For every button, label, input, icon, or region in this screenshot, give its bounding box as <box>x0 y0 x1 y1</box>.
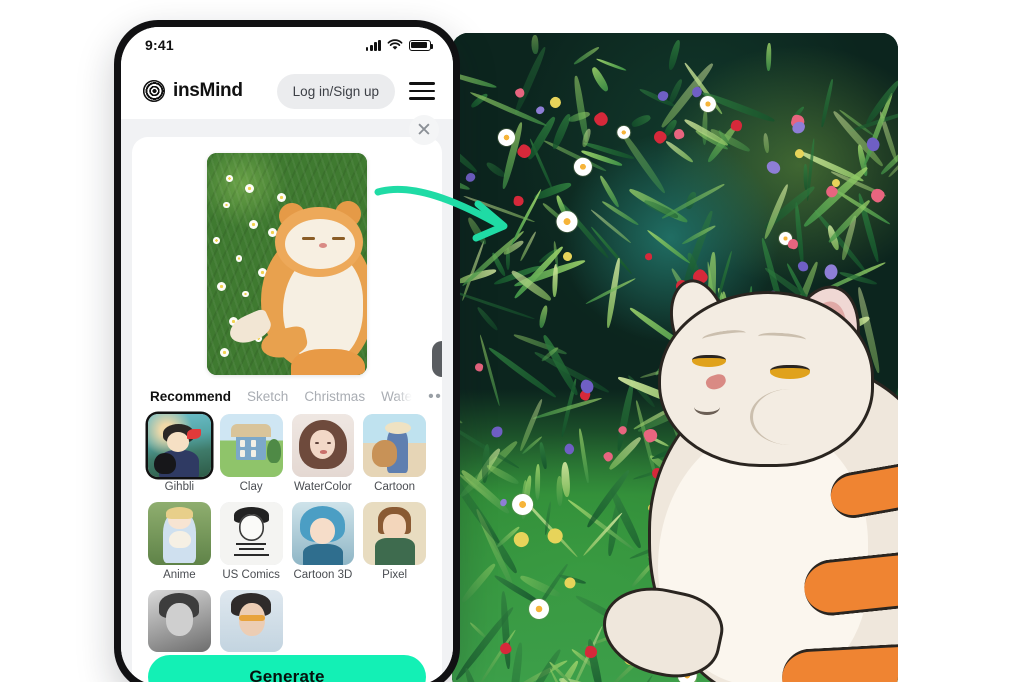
style-thumbnail <box>291 501 355 565</box>
app-bar: insMind Log in/Sign up <box>121 63 453 119</box>
style-label: Cartoon 3D <box>293 568 353 581</box>
style-label: Clay <box>239 480 263 493</box>
preview-daisy <box>226 175 233 182</box>
status-bar: 9:41 <box>121 27 453 63</box>
style-thumbnail <box>219 589 283 653</box>
style-thumbnail <box>148 589 211 653</box>
style-label: US Comics <box>222 568 280 581</box>
style-option-cartoon[interactable]: Cartoon <box>363 414 426 493</box>
style-option-cartoon-3d[interactable]: Cartoon 3D <box>291 501 355 581</box>
hamburger-menu-icon[interactable] <box>409 82 435 100</box>
compare-split-icon[interactable] <box>432 341 442 377</box>
wifi-icon <box>387 39 403 50</box>
result-illustration-canvas <box>452 33 898 682</box>
illustration-cat-eye-left <box>692 355 726 367</box>
tab-recommend[interactable]: Recommend <box>150 389 231 404</box>
preview-daisy <box>216 281 226 291</box>
result-illustration-panel <box>452 33 898 682</box>
style-thumbnail <box>148 501 211 565</box>
preview-daisy <box>223 201 230 209</box>
tab-sketch[interactable]: Sketch <box>247 389 288 404</box>
preview-cat-leg <box>291 349 365 375</box>
curved-arrow-right-icon <box>374 185 508 242</box>
signal-bars-icon <box>365 39 381 51</box>
phone-mockup: 9:41 insMind Log in/Sign up ✕ Recommend … <box>114 20 460 682</box>
style-option-us-comics[interactable]: US Comics <box>219 501 283 581</box>
style-label: WaterColor <box>294 480 352 493</box>
battery-icon <box>409 39 434 51</box>
preview-daisy <box>248 219 258 229</box>
style-thumbnail <box>291 414 355 477</box>
illustration-leaf <box>802 163 808 190</box>
style-label: Gihbli <box>164 480 195 493</box>
source-photo-preview[interactable] <box>207 153 367 375</box>
style-label: Anime <box>163 568 196 581</box>
style-thumbnail <box>219 501 283 565</box>
style-option-pixel[interactable]: Pixel <box>363 501 426 581</box>
illustration-leaf <box>766 42 772 71</box>
style-option-watercolor[interactable]: WaterColor <box>291 414 355 493</box>
style-option[interactable] <box>219 589 283 657</box>
compare-glyph <box>441 349 442 369</box>
style-option-anime[interactable]: Anime <box>148 501 211 581</box>
style-category-tabs: Recommend Sketch Christmas Wate ••• <box>150 388 442 404</box>
tab-wate[interactable]: Wate <box>381 389 412 404</box>
screenshot-root: 9:41 insMind Log in/Sign up ✕ Recommend … <box>0 0 1024 682</box>
style-option-clay[interactable]: Clay <box>219 414 283 493</box>
tabs-overflow-icon[interactable]: ••• <box>428 388 442 404</box>
style-thumbnail <box>363 501 426 565</box>
style-option[interactable] <box>148 589 211 657</box>
preview-daisy <box>235 255 243 262</box>
illustration-cat-eye-right <box>770 365 810 379</box>
preview-daisy <box>242 290 249 298</box>
preview-daisy <box>213 237 220 244</box>
style-option-gihbli[interactable]: Gihbli <box>148 414 211 493</box>
illustration-cat-head <box>658 291 874 467</box>
illustration-cat-mouth <box>694 399 720 415</box>
preview-cat-eye <box>332 237 345 240</box>
brand: insMind <box>143 80 243 102</box>
style-label: Pixel <box>382 568 408 581</box>
style-thumbnail <box>148 414 211 477</box>
insmind-logo-icon <box>143 80 165 102</box>
phone-screen: 9:41 insMind Log in/Sign up ✕ Recommend … <box>121 27 453 682</box>
preview-cat-eye <box>302 237 315 240</box>
tab-christmas[interactable]: Christmas <box>304 389 365 404</box>
style-thumbnail <box>363 414 426 477</box>
style-grid: Gihbli Clay WaterColor Cartoon Anime US Comic… <box>148 414 426 656</box>
generate-area: Generate <box>148 655 426 682</box>
generate-button[interactable]: Generate <box>148 655 426 682</box>
brand-name: insMind <box>173 80 243 101</box>
illustration-cat-cheek <box>750 389 830 445</box>
illustration-leaf <box>530 34 539 54</box>
close-icon[interactable]: ✕ <box>409 115 439 145</box>
login-signup-button[interactable]: Log in/Sign up <box>276 73 395 109</box>
status-icons <box>365 39 434 51</box>
style-thumbnail <box>219 414 283 477</box>
style-label: Cartoon <box>374 480 416 493</box>
status-time: 9:41 <box>145 37 174 53</box>
preview-cat-nose <box>319 243 327 248</box>
